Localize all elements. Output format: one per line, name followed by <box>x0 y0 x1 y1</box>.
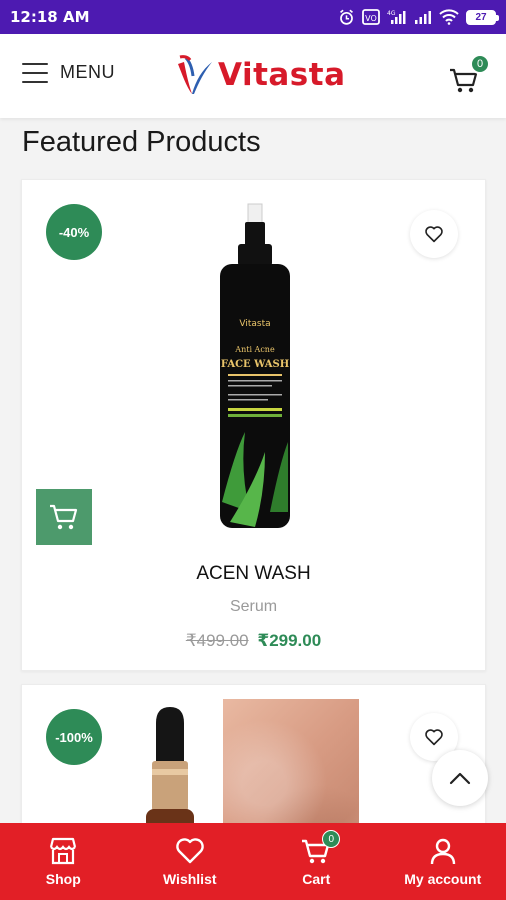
nav-shop[interactable]: Shop <box>0 823 127 900</box>
product-name[interactable]: ACEN WASH <box>22 563 485 585</box>
product-category: Serum <box>229 598 278 615</box>
wishlist-button[interactable] <box>410 210 458 258</box>
bottle-line1: Anti Acne <box>234 345 275 354</box>
heart-icon <box>425 729 443 746</box>
header-cart-button[interactable]: 0 <box>448 54 490 96</box>
logo-mark-icon <box>178 55 212 94</box>
status-icons: VO 4G 27 <box>338 9 499 26</box>
nav-my-account-label: My account <box>404 871 482 887</box>
nav-cart[interactable]: 0 Cart <box>253 823 380 900</box>
user-icon <box>430 838 455 865</box>
product-image[interactable]: Vitasta Anti Acne FACE WASH <box>210 202 300 532</box>
app-header: MENU Vitasta 0 <box>0 34 506 118</box>
svg-text:VO: VO <box>365 14 377 23</box>
sale-price: ₹299.00 <box>257 631 322 650</box>
section-title: Featured Products <box>22 126 261 158</box>
scroll-to-top-button[interactable] <box>432 750 488 806</box>
vo-icon: VO <box>362 9 380 25</box>
battery-icon: 27 <box>466 9 499 25</box>
heart-icon <box>425 226 443 243</box>
discount-badge: -100% <box>46 709 102 765</box>
nav-wishlist-label: Wishlist <box>162 871 217 887</box>
heart-icon <box>175 838 204 864</box>
logo-text: Vitasta <box>218 57 346 93</box>
wifi-icon <box>439 9 459 25</box>
bottle-brand: Vitasta <box>239 319 270 329</box>
nav-cart-badge: 0 <box>322 830 341 848</box>
add-to-cart-button[interactable] <box>36 489 92 545</box>
add-cart-icon <box>50 504 78 530</box>
nav-cart-label: Cart <box>302 871 331 887</box>
menu-button[interactable]: MENU <box>22 62 115 83</box>
bottle-line2: FACE WASH <box>221 359 289 370</box>
old-price: ₹499.00 <box>185 631 249 650</box>
product-card[interactable]: -40% Vitasta Anti Acne FACE WASH ACEN WA… <box>21 179 486 671</box>
status-bar: 12:18 AM VO 4G 27 <box>0 0 506 34</box>
nav-my-account[interactable]: My account <box>380 823 506 900</box>
svg-text:4G: 4G <box>387 10 396 17</box>
nav-shop-label: Shop <box>45 871 81 887</box>
status-time: 12:18 AM <box>10 8 90 26</box>
nav-wishlist[interactable]: Wishlist <box>127 823 254 900</box>
store-icon <box>50 837 77 865</box>
price-row: ₹499.00 ₹299.00 <box>22 631 485 651</box>
signal-4g-icon: 4G <box>387 9 407 25</box>
discount-badge: -40% <box>46 204 102 260</box>
site-logo[interactable]: Vitasta <box>172 52 346 98</box>
bottom-navigation: Shop Wishlist 0 Cart My account <box>0 823 506 900</box>
hamburger-icon <box>22 62 48 83</box>
alarm-icon <box>338 9 355 26</box>
chevron-up-icon <box>449 772 471 785</box>
menu-label: MENU <box>60 62 115 82</box>
signal-icon <box>414 9 432 25</box>
cart-count-badge: 0 <box>470 54 490 74</box>
